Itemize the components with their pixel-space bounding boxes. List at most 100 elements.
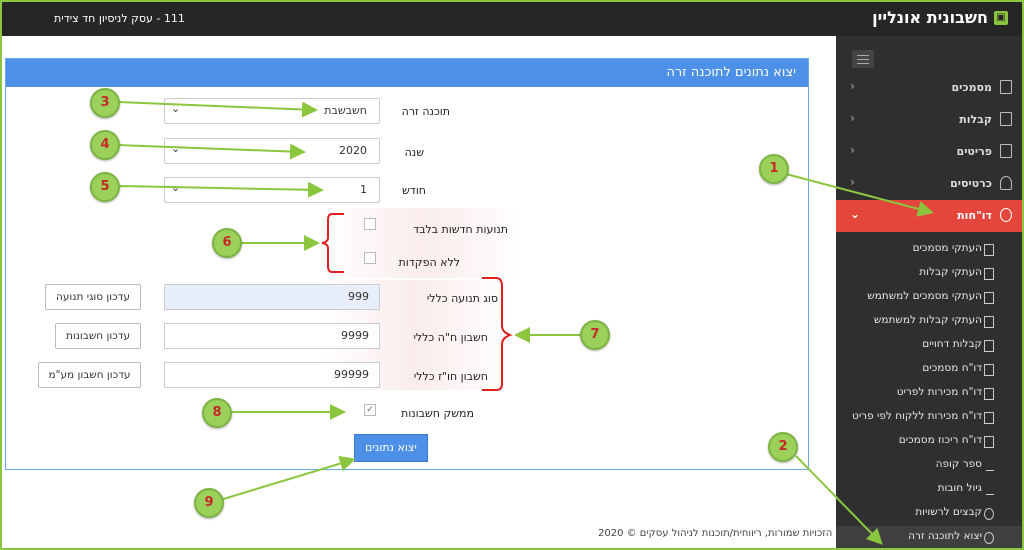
report-link[interactable]: ספר קופה <box>836 454 1022 478</box>
document-icon <box>984 388 994 400</box>
annotation-marker-7: 7 <box>580 320 610 350</box>
report-link-active[interactable]: יצוא לתוכנה זרה <box>836 526 1022 548</box>
report-link[interactable]: דו"ח מסמכים <box>836 358 1022 382</box>
report-link[interactable]: העתקי קבלות <box>836 262 1022 286</box>
menu-icon[interactable] <box>852 50 874 68</box>
brand-name: חשבונית אונליין <box>872 8 988 27</box>
month-label: חודש <box>402 184 426 197</box>
sidebar-item-cards[interactable]: כרטיסים ‹ <box>836 168 1022 200</box>
report-link-label: העתקי קבלות <box>919 266 982 278</box>
chevron-left-icon: ‹ <box>850 111 855 125</box>
sidebar-item-label: פריטים <box>956 145 992 158</box>
document-icon <box>984 268 994 280</box>
software-select[interactable]: חשבשבת ⌄ <box>164 98 380 124</box>
export-button[interactable]: יצוא נתונים <box>354 434 428 462</box>
chevron-down-icon: ⌄ <box>171 142 181 155</box>
report-link[interactable]: העתקי מסמכים למשתמש <box>836 286 1022 310</box>
document-icon <box>984 316 994 328</box>
month-value: 1 <box>360 183 367 196</box>
foreign-account-input[interactable]: 99999 <box>164 362 380 388</box>
document-icon <box>984 340 994 352</box>
sidebar-item-label: דו"חות <box>957 209 992 222</box>
document-icon <box>984 436 994 448</box>
trend-icon <box>986 460 994 471</box>
sidebar-item-reports[interactable]: דו"חות ⌄ <box>836 200 1022 232</box>
year-value: 2020 <box>339 144 367 157</box>
update-vat-account-button[interactable]: עדכון חשבון מע"מ <box>38 362 141 388</box>
update-accounts-button[interactable]: עדכון חשבונות <box>55 323 141 349</box>
report-link[interactable]: קבלות דחויים <box>836 334 1022 358</box>
sidebar-item-documents[interactable]: מסמכים ‹ <box>836 72 1022 104</box>
report-link-label: דו"ח מכירות לפריט <box>896 386 982 398</box>
gift-icon <box>1000 144 1012 158</box>
sidebar-item-items[interactable]: פריטים ‹ <box>836 136 1022 168</box>
report-link-label: דו"ח מכירות ללקוח לפי פריט <box>852 410 982 422</box>
download-icon <box>984 508 994 520</box>
report-link[interactable]: קבצים לרשויות <box>836 502 1022 526</box>
interface-checkbox[interactable]: ✓ <box>364 404 376 416</box>
chevron-down-icon: ⌄ <box>850 207 861 221</box>
chevron-left-icon: ‹ <box>850 79 855 93</box>
report-link[interactable]: דו"ח ריכוז מסמכים <box>836 430 1022 454</box>
new-only-label: תנועות חדשות בלבד <box>413 223 508 236</box>
chevron-left-icon: ‹ <box>850 175 855 189</box>
interface-label: ממשק חשבונות <box>400 407 474 420</box>
brand[interactable]: ▣ חשבונית אונליין <box>872 8 1008 27</box>
brand-logo-icon: ▣ <box>994 10 1008 25</box>
report-link-label: קבלות דחויים <box>922 338 982 350</box>
general-account-input[interactable]: 9999 <box>164 323 380 349</box>
panel-header: יצוא נתונים לתוכנה זרה <box>6 59 808 87</box>
main-content: יצוא נתונים לתוכנה זרה תוכנה זרה חשבשבת … <box>2 36 846 548</box>
document-icon <box>984 364 994 376</box>
panel-title: יצוא נתונים לתוכנה זרה <box>666 65 796 80</box>
document-icon <box>1000 112 1012 126</box>
update-txn-types-button[interactable]: עדכון סוגי תנועה <box>45 284 141 310</box>
report-link[interactable]: העתקי קבלות למשתמש <box>836 310 1022 334</box>
sidebar-item-label: כרטיסים <box>950 177 992 190</box>
report-link-label: העתקי קבלות למשתמש <box>873 314 982 326</box>
no-deposits-label: ללא הפקדות <box>398 256 460 269</box>
year-select[interactable]: 2020 ⌄ <box>164 138 380 164</box>
chevron-down-icon: ⌄ <box>171 102 181 115</box>
document-icon <box>984 244 994 256</box>
report-link-label: גיול חובות <box>937 482 982 494</box>
report-link[interactable]: העתקי מסמכים <box>836 238 1022 262</box>
chevron-down-icon: ⌄ <box>171 181 181 194</box>
sidebar: מסמכים ‹ קבלות ‹ פריטים ‹ כרטיסים ‹ דו"ח… <box>836 36 1022 548</box>
sidebar-item-receipts[interactable]: קבלות ‹ <box>836 104 1022 136</box>
software-label: תוכנה זרה <box>401 105 450 118</box>
report-link-label: העתקי מסמכים למשתמש <box>867 290 982 302</box>
footer-copyright: כל הזכויות שמורות, ריווחית/תוכנות לניהול… <box>598 528 847 539</box>
download-icon <box>984 532 994 544</box>
no-deposits-checkbox[interactable] <box>364 252 376 264</box>
sidebar-item-label: מסמכים <box>951 81 992 94</box>
annotation-marker-8: 8 <box>202 398 232 428</box>
pie-chart-icon <box>1000 208 1012 222</box>
report-link-label: דו"ח מסמכים <box>922 362 982 374</box>
document-icon <box>984 292 994 304</box>
report-link-label: יצוא לתוכנה זרה <box>908 530 982 542</box>
annotation-marker-3: 3 <box>90 88 120 118</box>
trend-icon <box>986 484 994 495</box>
annotation-marker-4: 4 <box>90 130 120 160</box>
txn-type-label: סוג תנועה כללי <box>426 292 498 305</box>
report-link[interactable]: גיול חובות <box>836 478 1022 502</box>
report-link-label: ספר קופה <box>935 458 982 470</box>
month-select[interactable]: 1 ⌄ <box>164 177 380 203</box>
new-only-checkbox[interactable] <box>364 218 376 230</box>
general-account-value: 9999 <box>341 329 369 342</box>
annotation-marker-6: 6 <box>212 228 242 258</box>
report-link[interactable]: דו"ח מכירות לפריט <box>836 382 1022 406</box>
document-icon <box>1000 80 1012 94</box>
report-link[interactable]: דו"ח מכירות ללקוח לפי פריט <box>836 406 1022 430</box>
foreign-account-value: 99999 <box>334 368 369 381</box>
user-icon <box>1000 176 1012 190</box>
annotation-marker-2: 2 <box>768 432 798 462</box>
chevron-left-icon: ‹ <box>850 143 855 157</box>
company-name[interactable]: 111 - עסק לניסיון חד צידית <box>54 12 185 25</box>
annotation-marker-1: 1 <box>759 154 789 184</box>
txn-type-input[interactable]: 999 <box>164 284 380 310</box>
report-link-label: קבצים לרשויות <box>915 506 982 518</box>
sidebar-item-label: קבלות <box>959 113 992 126</box>
screen-frame: ▣ חשבונית אונליין 111 - עסק לניסיון חד צ… <box>0 0 1024 550</box>
